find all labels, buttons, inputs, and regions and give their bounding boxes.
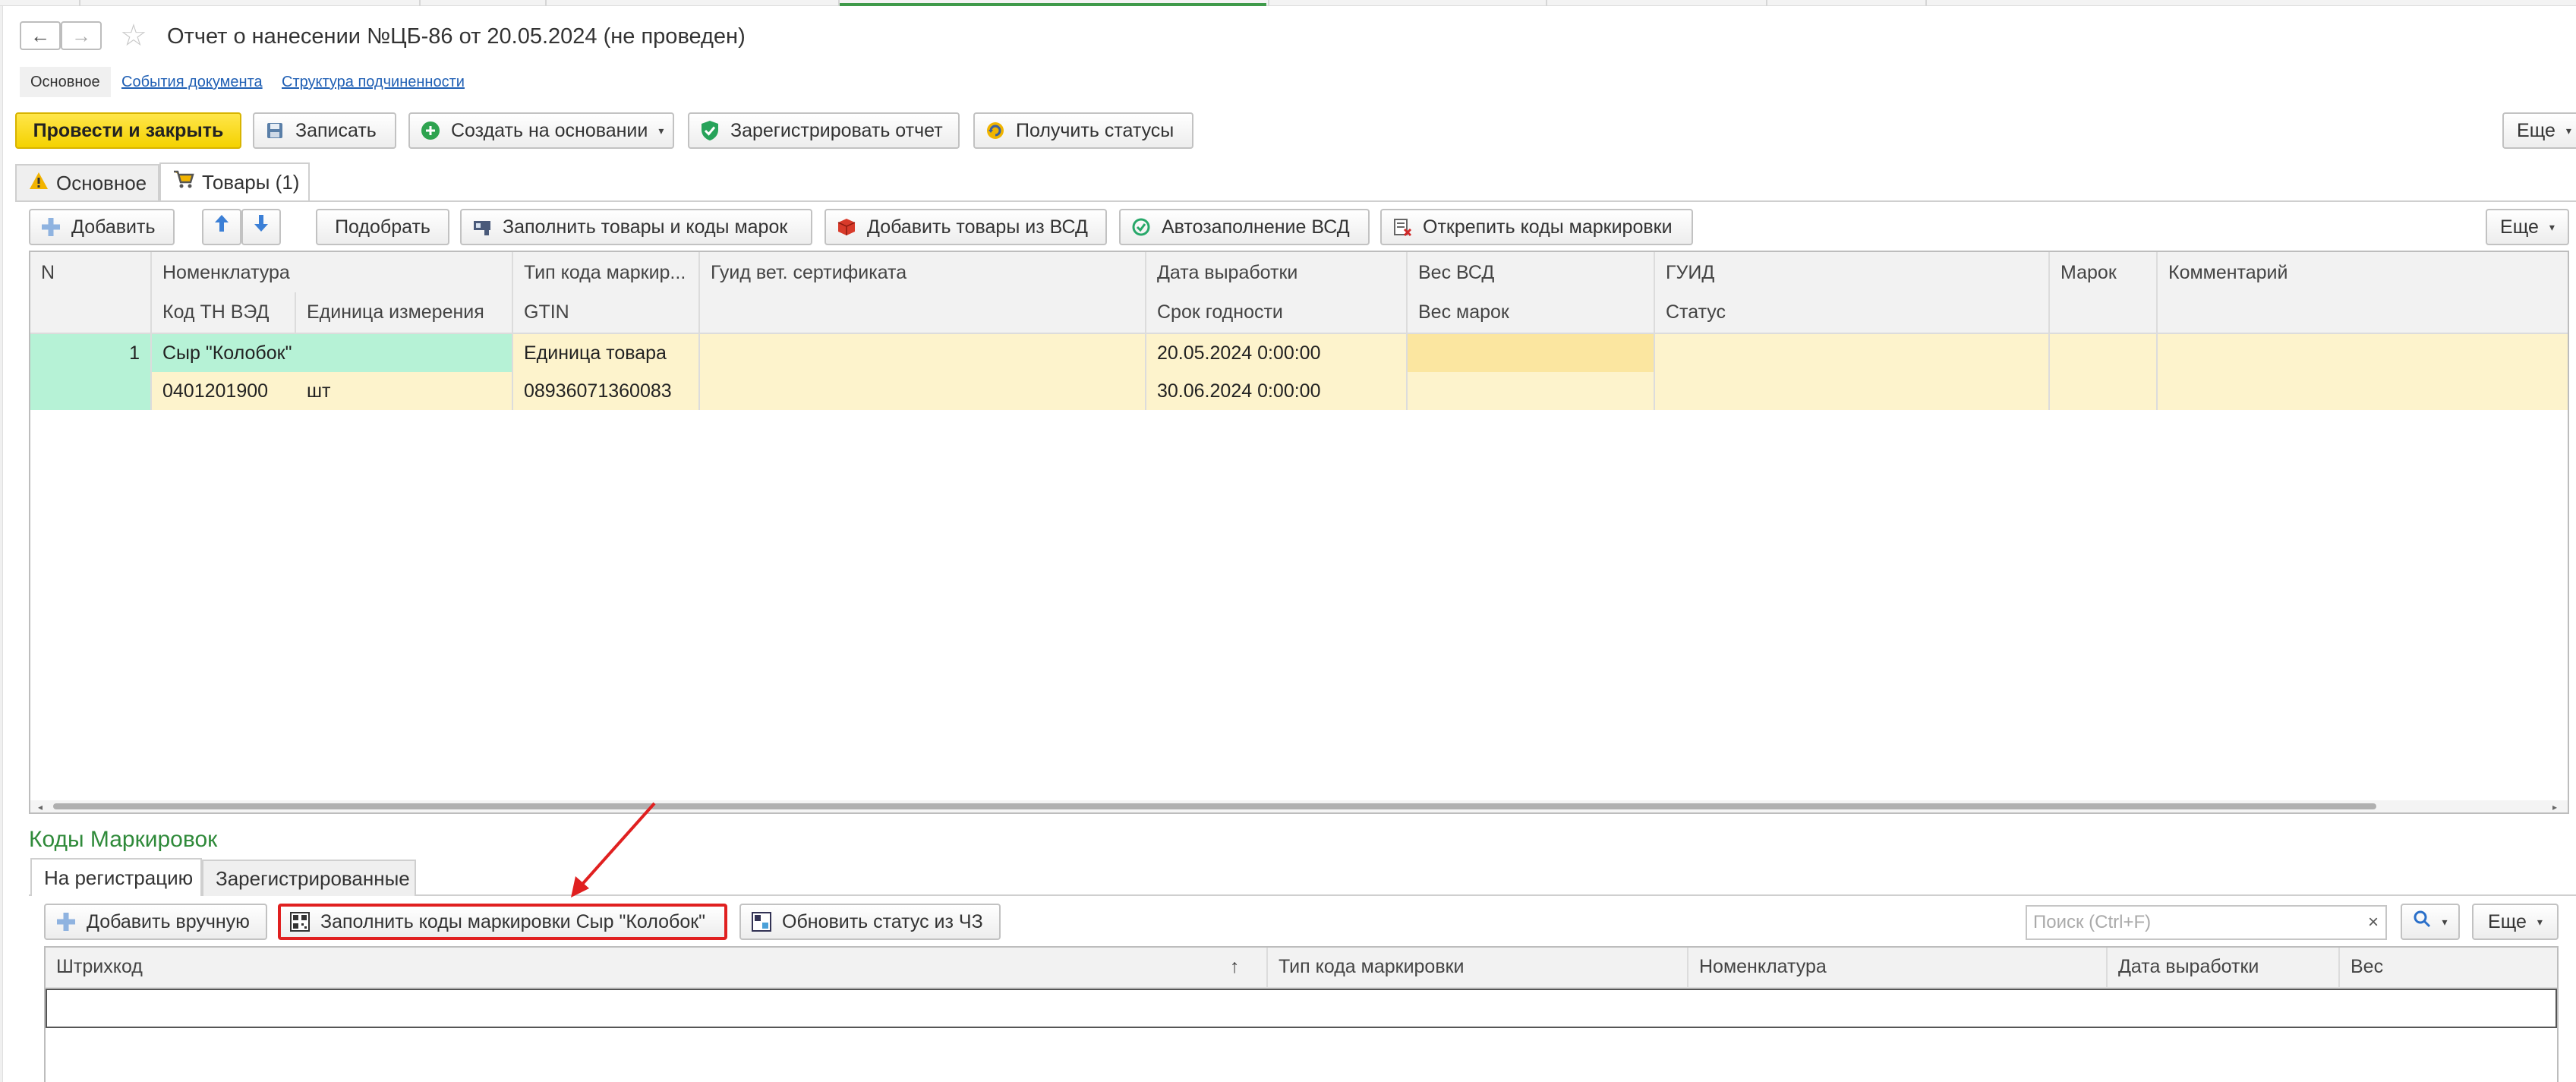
window-tab-strip [0,0,2576,6]
vsd-weight-cell[interactable] [1408,334,1654,372]
star-icon[interactable]: ☆ [120,18,147,53]
shield-check-icon [700,121,720,140]
pick-button[interactable]: Подобрать [316,209,449,245]
col-tnved[interactable]: Код ТН ВЭД [152,293,295,331]
dropdown-caret-icon: ▾ [2549,221,2555,233]
table-row[interactable] [46,989,2557,1028]
page-title: Отчет о нанесении №ЦБ-86 от 20.05.2024 (… [167,24,746,49]
refresh-icon [985,121,1005,140]
arrow-right-icon: → [71,24,91,47]
col-vsd-weight[interactable]: Вес ВСД [1408,254,1654,292]
col-gtin[interactable]: GTIN [513,293,698,331]
move-up-button[interactable] [202,209,241,245]
dropdown-caret-icon: ▾ [658,125,664,137]
update-status-button[interactable]: Обновить статус из ЧЗ [739,904,1001,940]
fill-goods-and-codes-button[interactable]: Заполнить товары и коды марок [460,209,812,245]
col-barcode[interactable]: Штрихкод [46,948,1215,986]
row-number[interactable]: 1 [30,334,140,372]
annotation-arrow [571,802,656,897]
code-type-cell[interactable]: Единица товара [513,334,698,372]
tab-main[interactable]: Основное [15,164,159,200]
gtin-cell[interactable]: 08936071360083 [513,372,698,410]
col-n[interactable]: N [30,254,149,292]
move-down-button[interactable] [241,209,281,245]
form-tab-structure[interactable]: Структура подчиненности [282,67,465,97]
goods-more-button[interactable]: Еще ▾ [2486,209,2569,245]
col-weight[interactable]: Вес [2340,948,2557,986]
register-report-button[interactable]: Зарегистрировать отчет [688,112,960,149]
more-button[interactable]: Еще ▾ [2502,112,2576,149]
search-input[interactable]: Поиск (Ctrl+F) [2026,905,2363,940]
col-comment[interactable]: Комментарий [2158,254,2568,292]
arrow-up-icon [213,210,230,244]
autofill-vsd-button[interactable]: Автозаполнение ВСД [1119,209,1370,245]
cart-icon [173,165,194,200]
unlink-icon [1392,217,1412,237]
save-button[interactable]: Записать [253,112,396,149]
horizontal-scrollbar[interactable]: ◂ ▸ [30,800,2568,812]
col-status[interactable]: Статус [1655,293,2048,331]
arrow-down-icon [253,210,270,244]
post-and-close-button[interactable]: Провести и закрыть [15,112,241,149]
col-nomenclature[interactable]: Номенклатура [1688,948,2106,986]
qr-code-icon [290,912,310,932]
col-production-date[interactable]: Дата выработки [2108,948,2338,986]
col-guid[interactable]: ГУИД [1655,254,2048,292]
form-tab-main[interactable]: Основное [20,67,111,97]
tab-goods[interactable]: Товары (1) [159,162,310,200]
plus-circle-icon [421,121,440,140]
add-manually-button[interactable]: Добавить вручную [44,904,267,940]
page-tabbar [15,161,2576,202]
add-goods-from-vsd-button[interactable]: Добавить товары из ВСД [825,209,1107,245]
fill-marking-codes-button[interactable]: Заполнить коды маркировки Сыр "Колобок" [278,904,727,940]
col-expiry[interactable]: Срок годности [1146,293,1406,331]
left-panel-edge [0,6,3,1082]
col-nomenclature[interactable]: Номенклатура [152,254,512,292]
dropdown-caret-icon: ▾ [2537,916,2543,928]
col-code-type[interactable]: Тип кода маркировки [1268,948,1687,986]
forward-button[interactable]: → [61,21,102,50]
box-icon [837,217,856,237]
nomenclature-cell[interactable]: Сыр "Колобок" [152,334,512,372]
unit-cell[interactable]: шт [296,372,512,410]
codes-table: Штрихкод ↑ Тип кода маркировки Номенклат… [44,946,2559,1082]
col-production-date[interactable]: Дата выработки [1146,254,1406,292]
plus-icon [56,912,76,932]
goods-table: N Номенклатура Тип кода маркир... Гуид в… [29,251,2569,814]
arrow-left-icon: ← [30,24,50,47]
floppy-disk-icon [265,121,285,140]
tnved-cell[interactable]: 0401201900 [152,372,295,410]
dropdown-caret-icon: ▾ [2565,125,2571,137]
unpin-codes-button[interactable]: Открепить коды маркировки [1380,209,1693,245]
production-date-cell[interactable]: 20.05.2024 0:00:00 [1146,334,1406,372]
search-icon [2413,905,2431,938]
tab-to-register[interactable]: На регистрацию [30,858,202,896]
autofill-icon [1131,217,1151,237]
codes-more-button[interactable]: Еще ▾ [2472,904,2559,940]
scanner-icon [472,217,492,237]
add-button[interactable]: Добавить [29,209,175,245]
search-button[interactable]: ▾ [2401,904,2460,940]
dropdown-caret-icon: ▾ [2442,916,2448,928]
search-clear-button[interactable]: × [2361,905,2387,940]
create-based-on-button[interactable]: Создать на основании ▾ [408,112,674,149]
col-unit[interactable]: Единица измерения [296,293,512,331]
sort-asc-icon[interactable]: ↑ [1230,948,1260,986]
col-marks-weight[interactable]: Вес марок [1408,293,1654,331]
back-button[interactable]: ← [20,21,61,50]
col-vet-cert-guid[interactable]: Гуид вет. сертификата [700,254,1145,292]
expiry-cell[interactable]: 30.06.2024 0:00:00 [1146,372,1406,410]
plus-icon [41,217,61,237]
get-statuses-button[interactable]: Получить статусы [973,112,1193,149]
tab-registered[interactable]: Зарегистрированные [202,860,416,896]
warning-icon [29,166,49,200]
codes-section-title: Коды Маркировок [29,827,218,852]
col-code-type[interactable]: Тип кода маркир... [513,254,698,292]
form-tab-events[interactable]: События документа [121,67,263,97]
status-refresh-icon [752,912,771,932]
scrollbar-thumb[interactable] [53,803,2376,809]
col-marks[interactable]: Марок [2050,254,2156,292]
